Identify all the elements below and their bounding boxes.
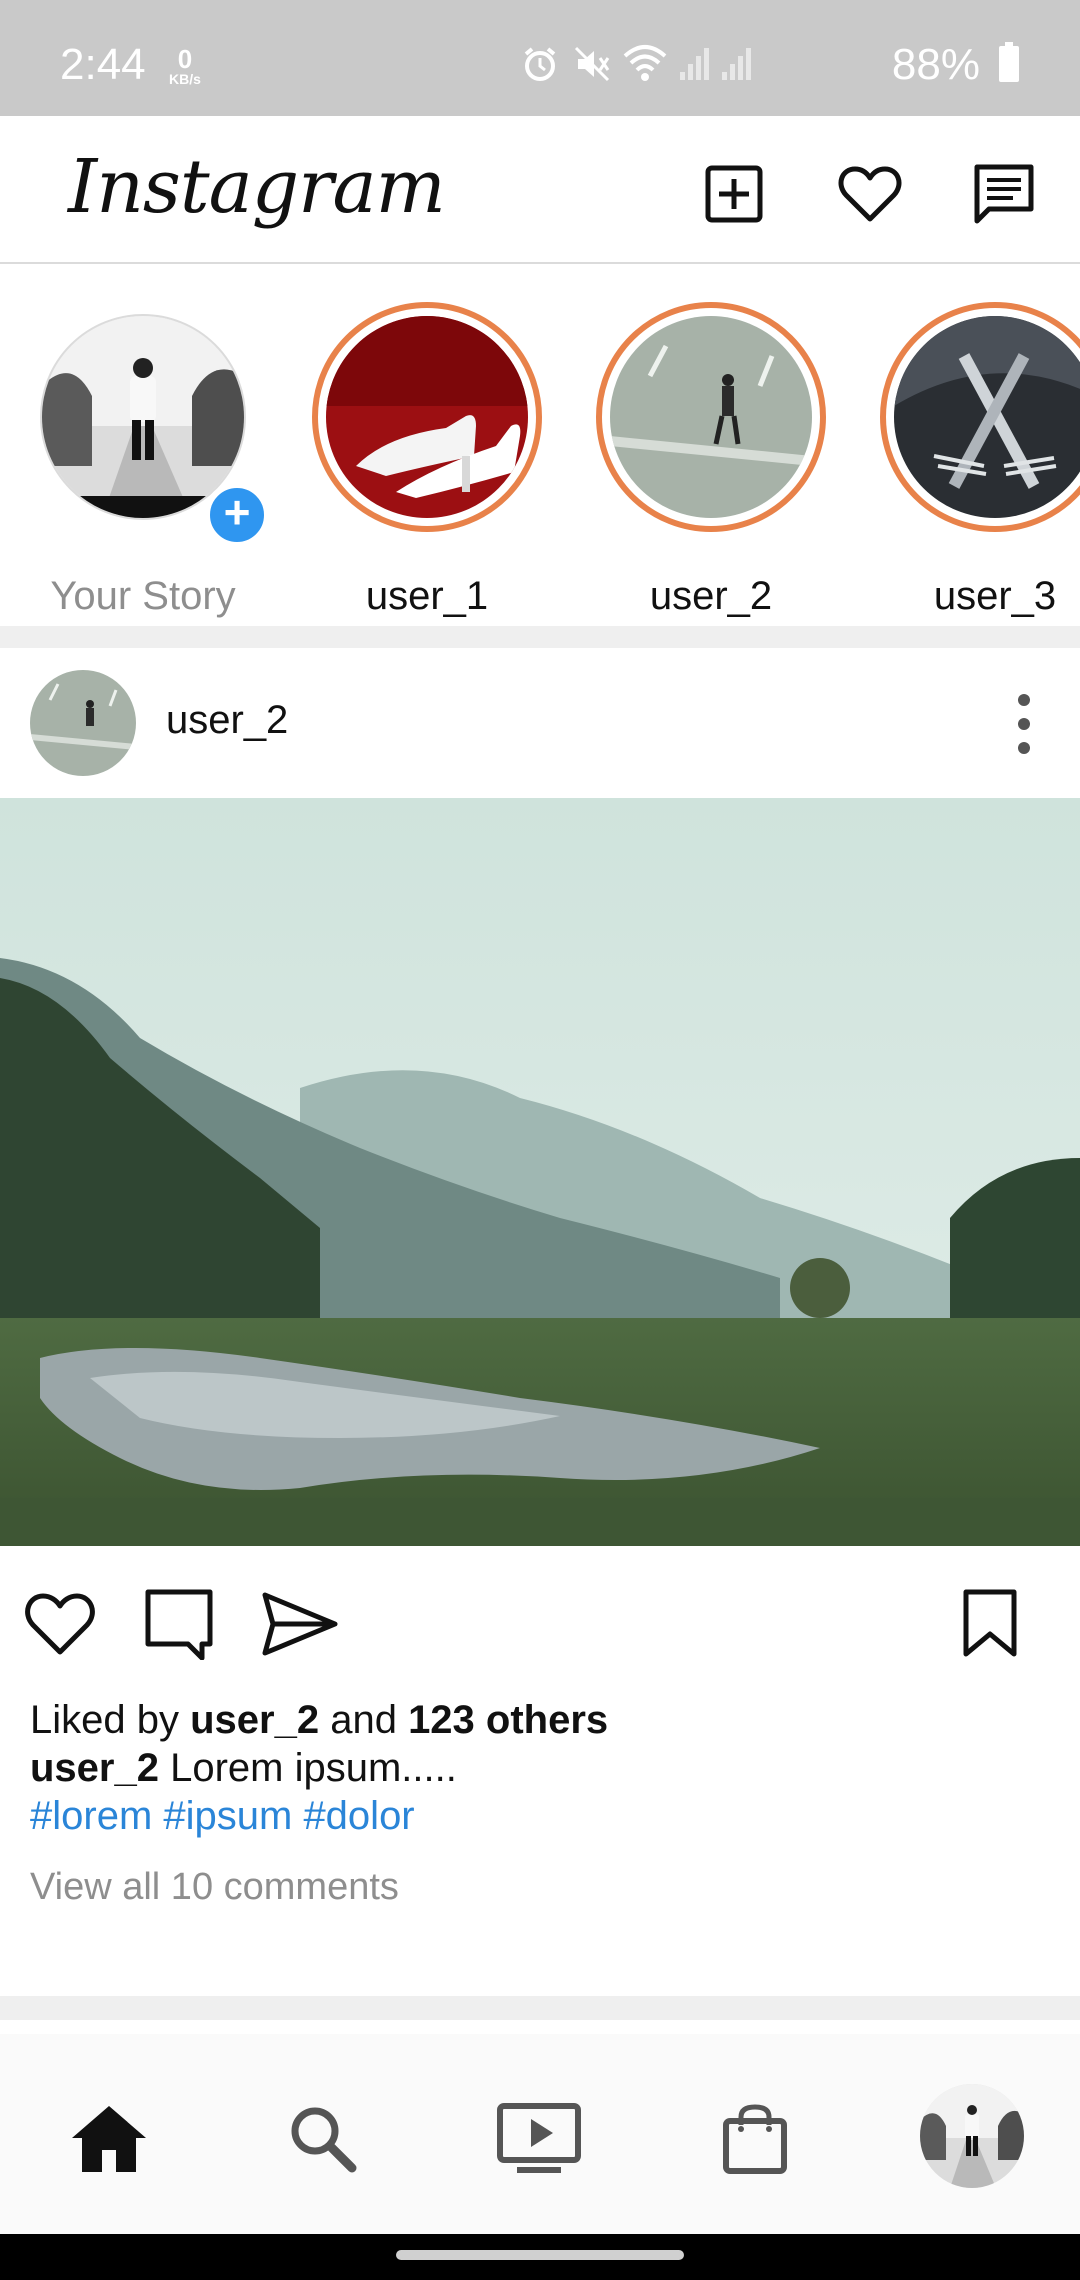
signal-icon	[680, 48, 709, 80]
shop-icon	[723, 2104, 787, 2174]
add-post-button[interactable]	[696, 156, 772, 232]
story-name: user_2	[649, 574, 773, 618]
instagram-logo: Instagram	[68, 144, 446, 230]
battery-icon	[999, 42, 1019, 82]
avatar	[42, 316, 244, 518]
status-icons: 88%	[520, 40, 1080, 90]
post-header: user_2	[0, 648, 1080, 798]
caption-line: user_2 Lorem ipsum.....	[30, 1744, 1050, 1792]
status-time: 2:44	[60, 40, 146, 89]
story-user-3[interactable]: user_3	[880, 302, 1080, 618]
network-speed-value: 0	[177, 44, 193, 74]
messages-icon	[974, 164, 1034, 224]
avatar	[610, 316, 812, 518]
search-icon	[291, 2107, 357, 2173]
network-speed-unit: KB/s	[169, 71, 201, 87]
alarm-icon	[524, 47, 556, 81]
post-username[interactable]: user_2	[166, 698, 288, 743]
post-image[interactable]	[0, 798, 1080, 1546]
add-story-button[interactable]: +	[204, 482, 270, 548]
share-button[interactable]	[258, 1582, 342, 1666]
post-details: Liked by user_2 and 123 others user_2 Lo…	[30, 1696, 1050, 1840]
avatar	[326, 316, 528, 518]
bookmark-icon	[963, 1589, 1017, 1657]
liked-prefix: Liked by	[30, 1698, 191, 1742]
caption-username[interactable]: user_2	[30, 1746, 159, 1790]
stories-tray: + Your Story user_1 user_2 user_3	[0, 266, 1080, 626]
comment-button[interactable]	[138, 1582, 222, 1666]
save-button[interactable]	[948, 1582, 1032, 1666]
story-name: Your Story	[50, 574, 236, 618]
home-icon	[72, 2106, 146, 2172]
messages-button[interactable]	[966, 156, 1042, 232]
activity-button[interactable]	[832, 156, 908, 232]
post-actions	[0, 1546, 1080, 1696]
heart-icon	[25, 1593, 95, 1655]
gesture-bar	[0, 2234, 1080, 2280]
story-name: user_1	[365, 574, 489, 618]
status-bar: 2:44 0 KB/s 88%	[0, 0, 1080, 116]
battery-percent: 88%	[891, 40, 980, 89]
view-comments-link[interactable]: View all 10 comments	[30, 1866, 399, 1909]
story-user-1[interactable]: user_1	[312, 302, 542, 618]
story-name: user_3	[933, 574, 1057, 618]
home-gesture-handle[interactable]	[396, 2250, 684, 2260]
network-speed: 0 KB/s	[160, 46, 210, 86]
mute-icon	[574, 46, 610, 82]
post-avatar[interactable]	[30, 670, 136, 776]
app-header: Instagram	[0, 116, 1080, 264]
nav-reels[interactable]	[484, 2084, 594, 2194]
nav-search[interactable]	[268, 2084, 378, 2194]
add-post-icon	[705, 165, 763, 223]
story-user-2[interactable]: user_2	[596, 302, 826, 618]
comment-icon	[145, 1589, 213, 1660]
story-your-story[interactable]: + Your Story	[28, 302, 270, 618]
like-button[interactable]	[18, 1582, 102, 1666]
more-options-button[interactable]	[1014, 694, 1034, 754]
heart-icon	[838, 166, 902, 222]
likes-line: Liked by user_2 and 123 others	[30, 1696, 1050, 1744]
bottom-navigation	[0, 2034, 1080, 2234]
nav-profile-avatar[interactable]	[920, 2084, 1024, 2188]
liked-count[interactable]: 123 others	[408, 1698, 608, 1742]
liked-user[interactable]: user_2	[190, 1698, 319, 1742]
section-divider	[0, 1996, 1080, 2020]
avatar	[894, 316, 1080, 518]
section-divider	[0, 626, 1080, 648]
send-icon	[262, 1592, 338, 1656]
hashtags[interactable]: #lorem #ipsum #dolor	[30, 1792, 1050, 1840]
caption-text: Lorem ipsum.....	[158, 1746, 457, 1790]
nav-home[interactable]	[54, 2084, 164, 2194]
wifi-icon	[623, 45, 667, 81]
liked-mid: and	[319, 1698, 409, 1742]
signal-icon-2	[722, 48, 751, 80]
nav-shop[interactable]	[700, 2084, 810, 2194]
reels-icon	[497, 2103, 581, 2173]
